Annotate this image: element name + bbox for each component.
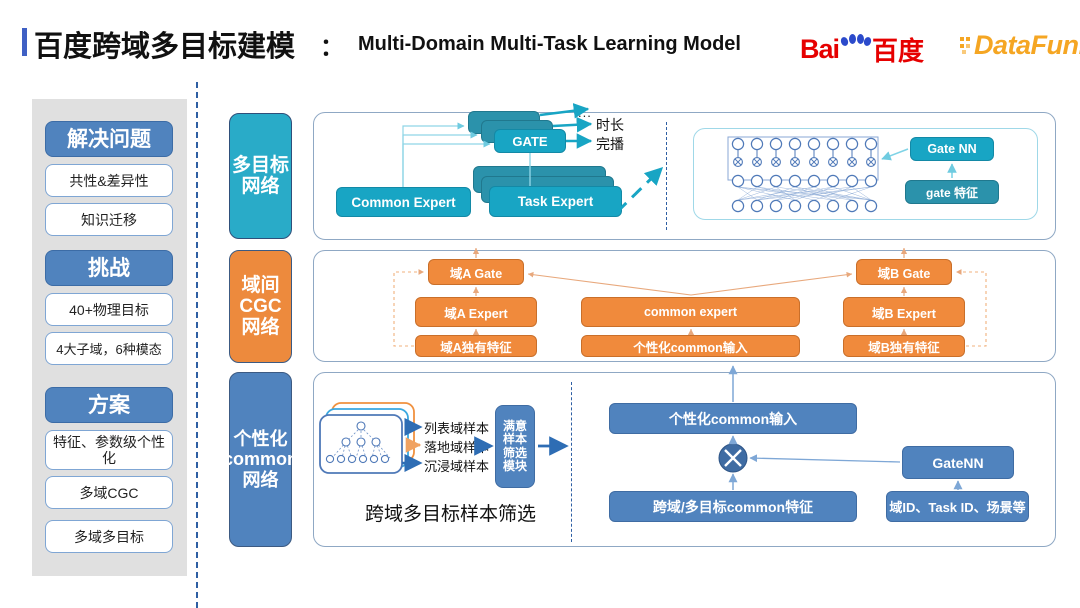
sidebar-head-problem: 解决问题 — [45, 121, 173, 157]
page-header: 百度跨域多目标建模 ： Multi-Domain Multi-Task Lear… — [0, 0, 1080, 78]
node-domain-a-feature[interactable]: 域A独有特征 — [415, 335, 537, 357]
sidebar-item-feature-param-personalization[interactable]: 特征、参数级个性化 — [45, 430, 173, 470]
band3-caption: 跨域多目标样本筛选 — [365, 504, 537, 525]
node-gate[interactable]: GATE — [494, 129, 566, 153]
node-common-expert-cgc[interactable]: common expert — [581, 297, 800, 327]
node-common-expert[interactable]: Common Expert — [336, 187, 471, 217]
node-sample-filter-module[interactable]: 满意样本筛选模块 — [495, 405, 535, 488]
sample-label-immersive-domain: 沉浸域样本 — [424, 459, 490, 474]
gate-ellipsis: ... — [578, 105, 592, 120]
datafun-logo: DataFun. — [960, 30, 1080, 62]
baidu-paw-icon: du — [839, 33, 873, 63]
title-accent-bar — [22, 28, 27, 56]
node-gate-inputs[interactable]: 域ID、Task ID、场景等 — [886, 491, 1029, 522]
architecture-diagram: 多目标网络 Common Expert Task Expert GATE ...… — [196, 82, 1080, 608]
page-title-cn: 百度跨域多目标建模 — [34, 31, 296, 63]
datafun-logo-text: DataFun. — [974, 30, 1080, 60]
sidebar-item-multi-domain-cgc[interactable]: 多域CGC — [45, 476, 173, 509]
node-domain-a-expert[interactable]: 域A Expert — [415, 297, 537, 327]
sidebar-head-challenge: 挑战 — [45, 250, 173, 286]
baidu-logo-bai: Bai — [800, 34, 840, 64]
sidebar-item-knowledge-transfer[interactable]: 知识迁移 — [45, 203, 173, 236]
band-label-multi-objective-network: 多目标网络 — [229, 113, 292, 239]
baidu-logo-cn: 百度 — [872, 36, 925, 66]
page-title-en: Multi-Domain Multi-Task Learning Model — [358, 33, 741, 55]
band1-dashed-separator — [666, 122, 667, 230]
output-label-completion: 完播 — [596, 136, 624, 152]
sidebar-head-solution: 方案 — [45, 387, 173, 423]
sidebar-item-commonality[interactable]: 共性&差异性 — [45, 164, 173, 197]
sidebar-item-multi-domain-multi-task[interactable]: 多域多目标 — [45, 520, 173, 553]
node-domain-b-expert[interactable]: 域B Expert — [843, 297, 965, 327]
node-cross-domain-common-feature[interactable]: 跨域/多目标common特征 — [609, 491, 857, 522]
node-task-expert[interactable]: Task Expert — [489, 186, 622, 217]
node-gate-nn[interactable]: Gate NN — [910, 137, 994, 161]
node-personalized-common-input[interactable]: 个性化common输入 — [609, 403, 857, 434]
sidebar-item-physical-targets[interactable]: 40+物理目标 — [45, 293, 173, 326]
node-domain-a-gate[interactable]: 域A Gate — [428, 259, 524, 285]
band-label-personalized-common-network: 个性化common网络 — [223, 372, 298, 547]
node-domain-b-feature[interactable]: 域B独有特征 — [843, 335, 965, 357]
baidu-logo-du: du — [848, 47, 862, 60]
datafun-dots-icon — [960, 35, 974, 57]
sidebar-item-subdomains[interactable]: 4大子域，6种模态 — [45, 332, 173, 365]
band-label-cross-domain-cgc-network: 域间CGC网络 — [229, 250, 292, 363]
node-personalized-common-input-cgc[interactable]: 个性化common输入 — [581, 335, 800, 357]
sample-label-list-domain: 列表域样本 — [424, 421, 490, 436]
band3-dashed-separator — [571, 382, 572, 542]
sample-label-landing-domain: 落地域样本 — [424, 440, 490, 455]
baidu-logo: Bai du 百度 — [800, 31, 924, 66]
output-label-duration: 时长 — [596, 117, 624, 133]
sidebar: 解决问题 共性&差异性 知识迁移 挑战 40+物理目标 4大子域，6种模态 方案… — [32, 99, 187, 576]
node-gate-feature[interactable]: gate 特征 — [905, 180, 999, 204]
page-title-colon: ： — [320, 34, 344, 61]
node-domain-b-gate[interactable]: 域B Gate — [856, 259, 952, 285]
node-gate-nn-bottom[interactable]: GateNN — [902, 446, 1014, 479]
